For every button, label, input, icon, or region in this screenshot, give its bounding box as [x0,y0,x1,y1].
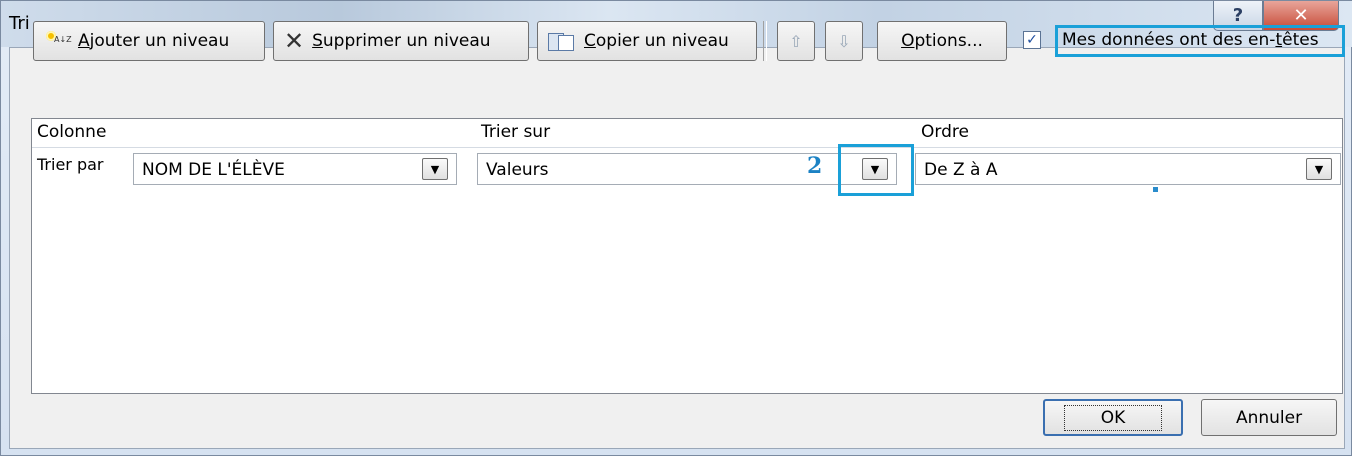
add-level-icon [44,31,72,51]
options-label-rest: ptions... [914,31,983,51]
move-up-button[interactable]: ⇧ [777,21,815,61]
copy-level-label: Copier un niveau [584,31,729,51]
cancel-button[interactable]: Annuler [1201,399,1337,436]
arrow-up-icon: ⇧ [789,31,803,51]
arrow-down-icon: ⇩ [837,31,851,51]
delete-level-label-rest: upprimer un niveau [322,31,491,51]
column-dropdown-button[interactable]: ▼ [422,158,448,180]
column-select[interactable]: NOM DE L'ÉLÈVE [133,153,457,185]
add-level-button[interactable]: Ajouter un niveau [33,21,265,61]
add-level-label: Ajouter un niveau [78,31,229,51]
ok-label: OK [1063,404,1163,431]
ok-button[interactable]: OK [1043,399,1183,436]
copy-level-button[interactable]: Copier un niveau [537,21,757,61]
order-header: Ordre [921,122,969,142]
move-down-button[interactable]: ⇩ [825,21,863,61]
help-icon: ? [1232,5,1244,26]
sort-by-label: Trier par [37,155,104,174]
options-button[interactable]: Options... [877,21,1007,61]
options-label: Options... [901,31,983,51]
order-select-value: De Z à A [924,160,998,180]
headers-checkbox-label[interactable]: Mes données ont des en-têtes [1055,25,1345,57]
add-level-accel: A [78,31,90,51]
highlight-box-annotation [838,144,914,196]
add-level-label-rest: jouter un niveau [89,31,230,51]
copy-level-label-rest: opier un niveau [595,31,729,51]
delete-level-button[interactable]: ✕ Supprimer un niveau [273,21,529,61]
sort-on-select-value: Valeurs [486,160,549,180]
step-number-annotation: 2 [807,153,823,179]
sort-dialog: Tri ? ✕ Ajouter un niveau ✕ Supprimer un… [0,0,1352,456]
headers-label-part2: êtes [1282,30,1319,50]
cancel-label: Annuler [1235,407,1303,428]
annotation-dot [1153,187,1158,192]
chevron-down-icon: ▼ [430,162,440,176]
chevron-down-icon: ▼ [1314,162,1324,176]
delete-icon: ✕ [284,27,305,55]
grid-header-divider [32,147,1342,148]
column-select-value: NOM DE L'ÉLÈVE [142,160,285,180]
copy-level-accel: C [584,31,596,51]
headers-label-part1: Mes données ont des en- [1062,30,1276,50]
dialog-title: Tri [9,13,30,34]
sort-on-select[interactable]: Valeurs [477,153,897,185]
headers-checkbox[interactable]: ✓ [1023,31,1041,49]
order-select[interactable]: De Z à A [915,153,1341,185]
options-accel: O [901,31,915,51]
delete-level-accel: S [312,31,323,51]
order-dropdown-button[interactable]: ▼ [1306,158,1332,180]
checkmark-icon: ✓ [1026,32,1038,48]
toolbar-separator [763,21,767,61]
close-icon: ✕ [1293,5,1309,26]
copy-icon [548,31,576,51]
column-header: Colonne [37,122,107,142]
delete-level-label: Supprimer un niveau [312,31,490,51]
sort-on-header: Trier sur [481,122,551,142]
